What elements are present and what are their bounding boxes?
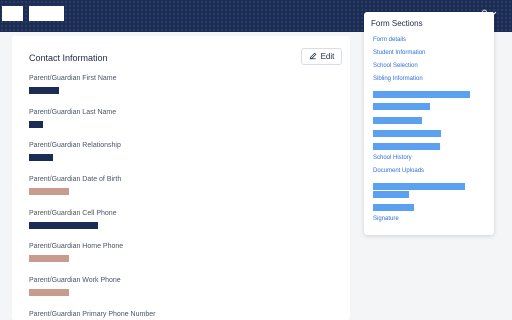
- field-label: Parent/Guardian Primary Phone Number: [29, 311, 156, 318]
- field-label: Parent/Guardian First Name: [29, 75, 117, 82]
- section-link-redacted[interactable]: [373, 204, 414, 211]
- section-link-redacted[interactable]: [373, 91, 470, 98]
- form-sections-panel: Form Sections Form details Student Infor…: [364, 12, 494, 235]
- redacted-value: [29, 255, 69, 262]
- edit-button[interactable]: Edit: [301, 48, 342, 65]
- section-link-redacted[interactable]: [373, 183, 465, 190]
- section-link-student-information[interactable]: Student Information: [373, 50, 425, 56]
- redacted-value: [29, 121, 43, 128]
- field-label: Parent/Guardian Work Phone: [29, 277, 121, 284]
- redacted-value: [29, 289, 69, 296]
- section-link-redacted[interactable]: [373, 130, 441, 137]
- wordmark-block[interactable]: [29, 6, 64, 21]
- redacted-value: [29, 87, 59, 94]
- logo-block[interactable]: [2, 6, 23, 21]
- section-link-signature[interactable]: Signature: [373, 216, 399, 222]
- section-link-redacted[interactable]: [373, 143, 440, 150]
- section-link-redacted[interactable]: [373, 103, 430, 110]
- redacted-value: [29, 222, 98, 229]
- field-label: Parent/Guardian Date of Birth: [29, 176, 122, 183]
- redacted-value: [29, 154, 53, 161]
- field-label: Parent/Guardian Cell Phone: [29, 210, 117, 217]
- section-link-form-details[interactable]: Form details: [373, 37, 406, 43]
- card-title: Contact Information: [29, 53, 108, 63]
- pencil-icon: [309, 52, 317, 62]
- section-link-redacted[interactable]: [373, 117, 422, 124]
- section-link-redacted[interactable]: [373, 191, 409, 198]
- field-label: Parent/Guardian Last Name: [29, 109, 117, 116]
- field-label: Parent/Guardian Home Phone: [29, 243, 124, 250]
- section-link-sibling-information[interactable]: Sibling Information: [373, 76, 423, 82]
- section-link-school-history[interactable]: School History: [373, 155, 412, 161]
- section-link-document-uploads[interactable]: Document Uploads: [373, 168, 424, 174]
- contact-information-card: Contact Information Edit Parent/Guardian…: [12, 36, 350, 320]
- redacted-value: [29, 188, 69, 195]
- section-link-school-selection[interactable]: School Selection: [373, 63, 418, 69]
- edit-label: Edit: [320, 52, 335, 61]
- field-label: Parent/Guardian Relationship: [29, 142, 121, 149]
- form-sections-title: Form Sections: [371, 19, 423, 28]
